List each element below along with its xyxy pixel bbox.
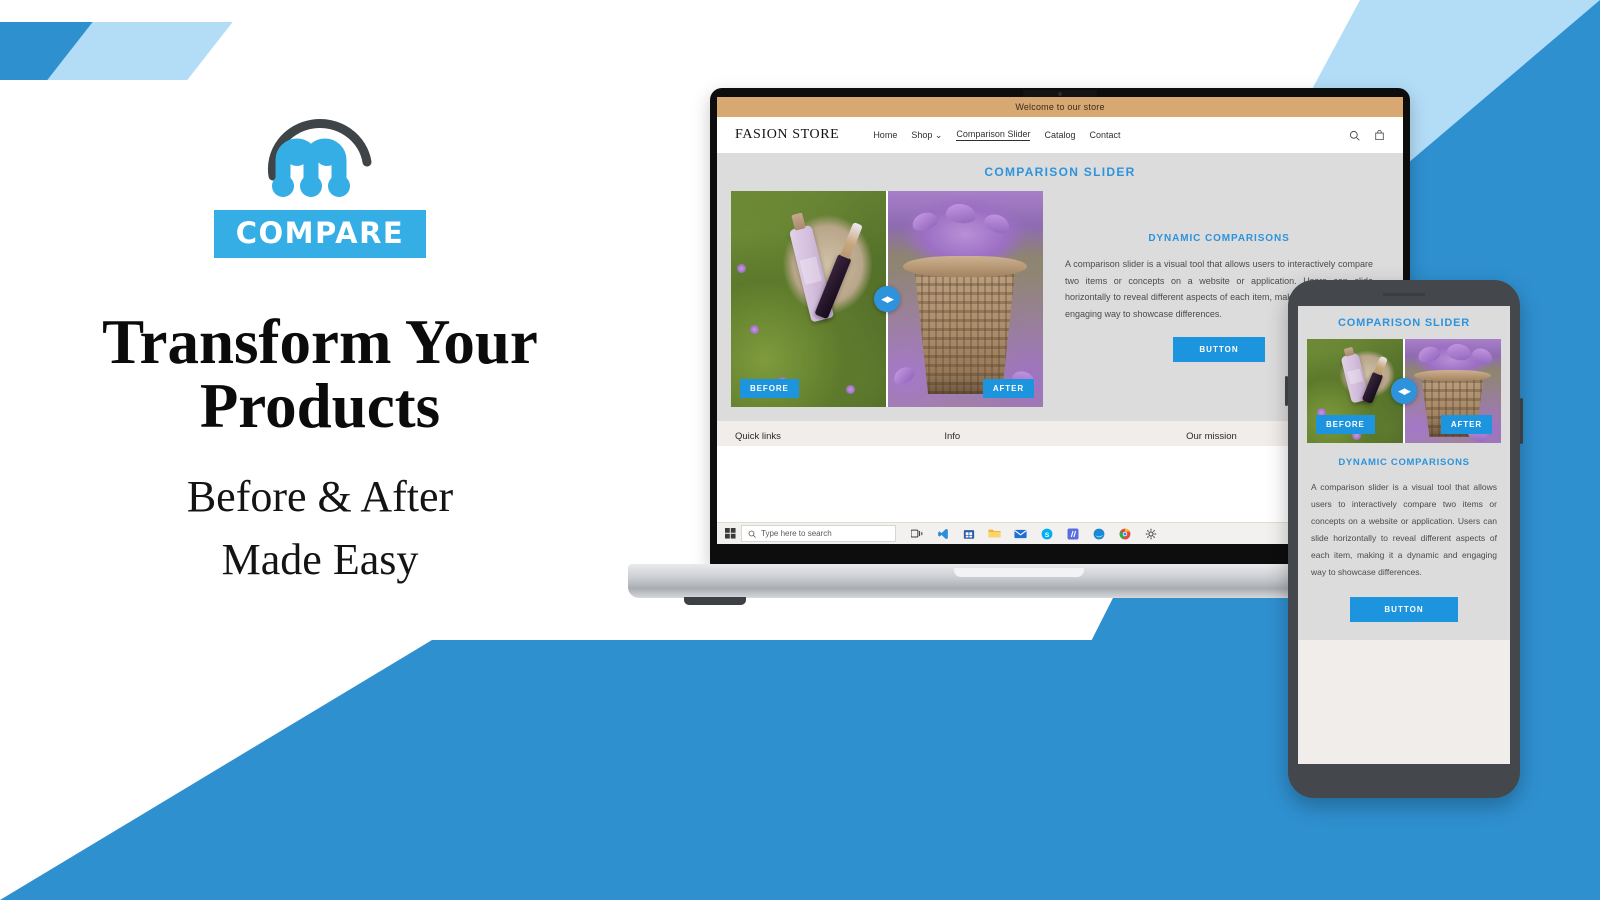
taskbar-icons: S	[910, 527, 1157, 540]
basket-rim	[902, 255, 1028, 278]
svg-text:S: S	[1044, 531, 1049, 538]
settings-gear-icon[interactable]	[1144, 527, 1157, 540]
store-navbar: FASION STORE Home Shop ⌄ Comparison Slid…	[717, 117, 1403, 153]
flower-petal	[1415, 344, 1442, 366]
flower-petal	[909, 208, 940, 234]
microsoft-store-icon[interactable]	[962, 527, 975, 540]
flower-petal	[945, 201, 978, 225]
before-image	[731, 191, 887, 407]
nav-item-catalog[interactable]: Catalog	[1044, 130, 1075, 140]
basket-rim	[1413, 370, 1492, 381]
skype-icon[interactable]: S	[1040, 527, 1053, 540]
phone-volume-button[interactable]	[1285, 376, 1288, 406]
laptop-base-notch	[954, 568, 1084, 577]
comparison-before-pane	[731, 191, 887, 407]
hero-section-title: COMPARISON SLIDER	[984, 165, 1136, 179]
molecule-m-icon	[255, 112, 385, 204]
before-label-tag: BEFORE	[740, 379, 799, 398]
subtitle-line-2: Made Easy	[221, 535, 419, 585]
chrome-icon[interactable]	[1118, 527, 1131, 540]
store-nav-icons	[1349, 129, 1385, 141]
footer-col-quick-links: Quick links	[735, 431, 781, 442]
store-announcement-bar: Welcome to our store	[717, 97, 1403, 117]
mail-icon[interactable]	[1014, 527, 1027, 540]
phone-copy-title: DYNAMIC COMPARISONS	[1338, 457, 1470, 468]
bottle-label	[1346, 368, 1363, 384]
nav-item-comparison-slider[interactable]: Comparison Slider	[956, 129, 1031, 141]
nav-item-shop[interactable]: Shop ⌄	[911, 130, 942, 141]
comparison-after-pane	[887, 191, 1043, 407]
comparison-slider-widget[interactable]: ◀▶ BEFORE AFTER	[731, 191, 1043, 407]
page-subtitle: Before & After Made Easy	[40, 465, 600, 593]
left-right-arrows-icon[interactable]: ◀▶	[1391, 378, 1417, 404]
subtitle-line-1: Before & After	[186, 471, 454, 521]
laptop-camera-icon	[1058, 92, 1062, 96]
chevron-down-icon: ⌄	[934, 129, 943, 140]
after-label-tag: AFTER	[982, 379, 1034, 398]
laptop-foot	[684, 597, 746, 605]
store-nav-links: Home Shop ⌄ Comparison Slider Catalog Co…	[873, 129, 1121, 141]
nav-item-home[interactable]: Home	[873, 130, 897, 140]
taskbar-search-input[interactable]: Type here to search	[741, 525, 896, 542]
footer-col-info: Info	[944, 431, 961, 442]
search-icon[interactable]	[1349, 130, 1360, 141]
phone-after-label-tag: AFTER	[1440, 415, 1492, 434]
brand-logo: COMPARE	[190, 112, 450, 258]
task-view-icon[interactable]	[910, 527, 923, 540]
bottle-label	[799, 256, 822, 285]
phone-section-title: COMPARISON SLIDER	[1338, 317, 1470, 329]
vscode-icon[interactable]	[936, 527, 949, 540]
moss-flower	[737, 264, 747, 274]
page-title: Transform Your Products	[102, 307, 538, 442]
nav-item-shop-label: Shop	[911, 129, 933, 140]
phone-copy-body: A comparison slider is a visual tool tha…	[1311, 482, 1497, 577]
flower-petal	[890, 363, 918, 388]
phone-power-button[interactable]	[1520, 398, 1523, 444]
file-explorer-icon[interactable]	[988, 527, 1001, 540]
taskbar-search-placeholder: Type here to search	[761, 529, 832, 538]
phone-before-label-tag: BEFORE	[1316, 415, 1375, 434]
moss-flower	[749, 324, 759, 334]
moss-flower	[846, 385, 856, 395]
logo-badge-text: COMPARE	[213, 210, 427, 258]
flower-petal	[1445, 342, 1472, 363]
left-content-panel: COMPARE Transform Your Products Before &…	[0, 0, 640, 900]
store-brand-name: FASION STORE	[735, 127, 840, 142]
phone-speaker	[1383, 293, 1425, 296]
windows-start-icon[interactable]	[721, 525, 739, 543]
flower-petal	[981, 210, 1012, 237]
phone-footer	[1298, 640, 1510, 764]
hero-cta-button[interactable]: BUTTON	[1173, 336, 1265, 362]
search-icon	[748, 530, 756, 538]
edge-icon[interactable]	[1092, 527, 1105, 540]
nav-item-contact[interactable]: Contact	[1089, 130, 1120, 140]
after-image	[887, 191, 1043, 407]
app-purple-icon[interactable]	[1066, 527, 1079, 540]
left-right-arrows-icon[interactable]: ◀▶	[874, 286, 900, 312]
wicker-basket	[914, 264, 1016, 395]
phone-mockup: COMPARISON SLIDER ◀▶ BEFORE AFTER DYNAMI…	[1285, 280, 1523, 798]
hero-copy-title: DYNAMIC COMPARISONS	[1148, 233, 1290, 244]
phone-screen: COMPARISON SLIDER ◀▶ BEFORE AFTER DYNAMI…	[1298, 306, 1510, 764]
phone-hero-section: COMPARISON SLIDER ◀▶ BEFORE AFTER DYNAMI…	[1298, 306, 1510, 640]
phone-comparison-slider-widget[interactable]: ◀▶ BEFORE AFTER	[1307, 339, 1501, 443]
cart-icon[interactable]	[1374, 129, 1385, 141]
flower-petal	[1469, 345, 1495, 368]
phone-cta-button[interactable]: BUTTON	[1350, 597, 1458, 622]
